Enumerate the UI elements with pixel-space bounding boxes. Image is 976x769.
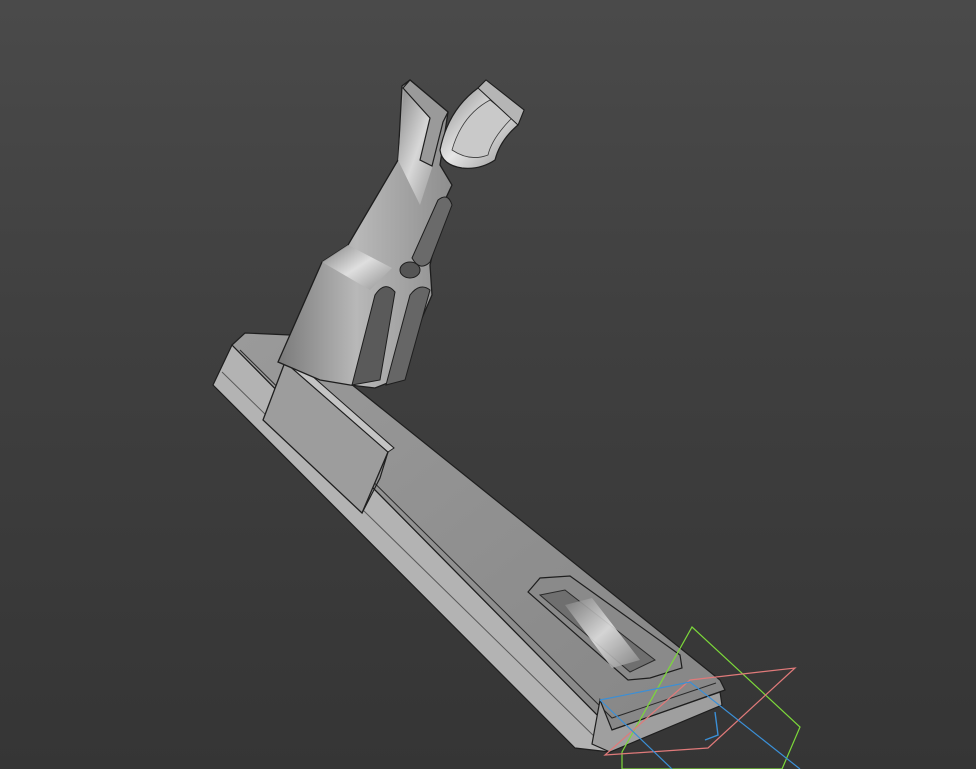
upright-arm[interactable]: [277, 79, 453, 389]
origin-marker: [704, 711, 719, 741]
model-render[interactable]: [0, 0, 976, 769]
3d-viewport[interactable]: [0, 0, 976, 769]
arm-hole: [399, 261, 421, 279]
